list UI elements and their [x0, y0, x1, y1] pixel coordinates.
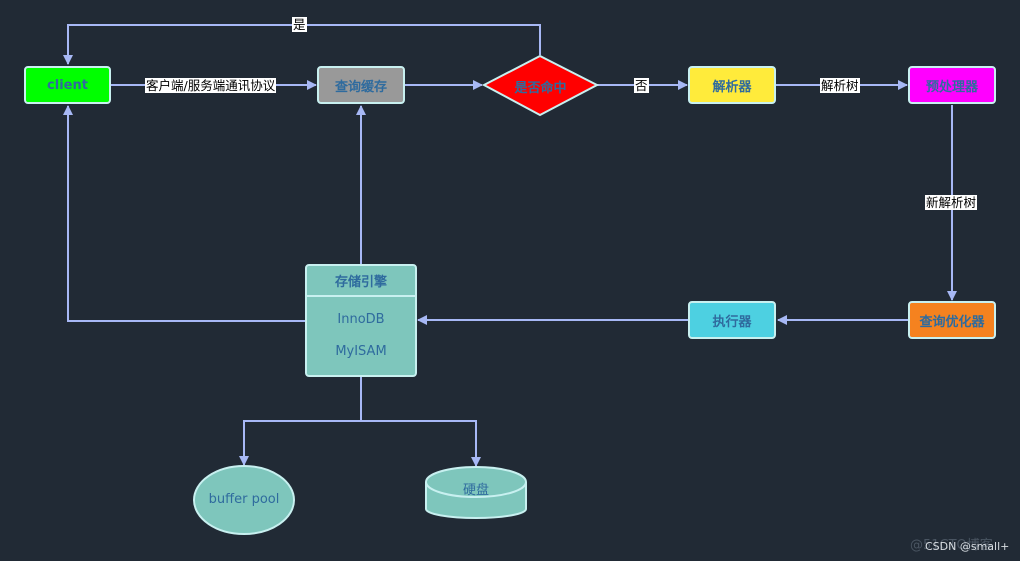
storage-engine-item-myisam: MyISAM	[335, 344, 387, 359]
storage-engine-title: 存储引擎	[307, 266, 415, 297]
node-parser[interactable]: 解析器	[688, 66, 776, 104]
node-buffer-pool-label: buffer pool	[208, 492, 280, 507]
edge-label-parse-tree: 解析树	[820, 78, 860, 93]
watermark-csdn: CSDN @small+	[925, 540, 1010, 553]
edge-label-new-parse-tree: 新解析树	[925, 195, 978, 210]
node-executor[interactable]: 执行器	[688, 301, 776, 339]
edge-storage-engine-to-client	[63, 105, 305, 322]
edge-label-protocol: 客户端/服务端通讯协议	[145, 78, 277, 93]
node-client[interactable]: client	[24, 66, 111, 104]
edge-storage-engine-to-storage	[239, 376, 362, 466]
node-preprocessor[interactable]: 预处理器	[908, 66, 996, 104]
node-disk-label: 硬盘	[462, 483, 489, 498]
node-optimizer[interactable]: 查询优化器	[908, 301, 996, 339]
edge-storage-engine-to-disk	[361, 420, 481, 467]
cache-hit-diamond[interactable]	[481, 54, 600, 117]
node-query-cache[interactable]: 查询缓存	[317, 66, 405, 104]
edge-label-no: 否	[634, 78, 649, 93]
storage-engine-item-innodb: InnoDB	[337, 312, 385, 327]
node-storage-engine[interactable]: 存储引擎 InnoDB MyISAM	[305, 264, 417, 377]
edge-label-yes: 是	[292, 17, 307, 32]
